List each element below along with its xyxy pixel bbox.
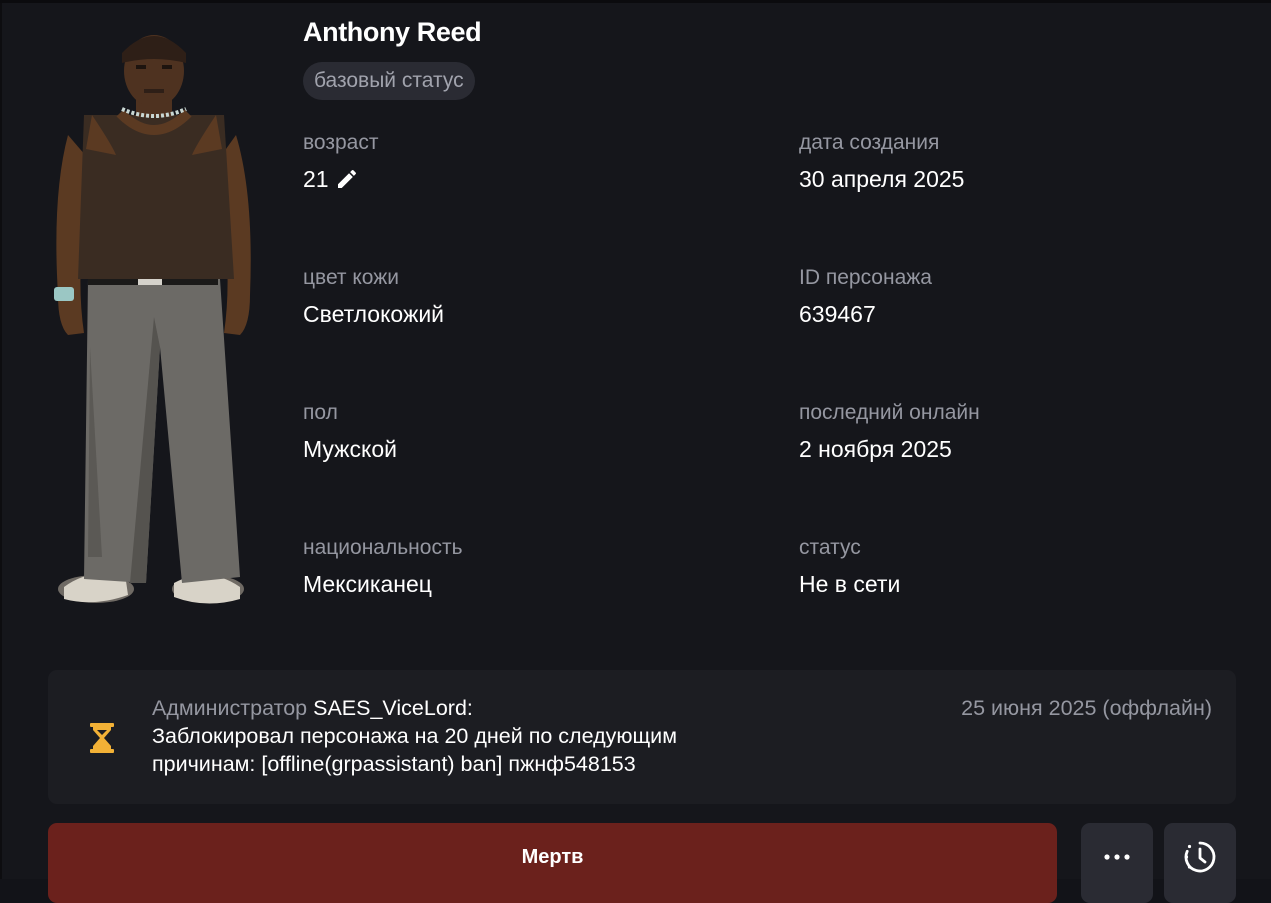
field-skin-value: Светлокожий (303, 301, 445, 327)
ban-notice-header: Администратор SAES_ViceLord: (152, 694, 812, 722)
history-clock-icon (1184, 841, 1216, 873)
field-age-value: 21 (303, 166, 329, 192)
field-status-value: Не в сети (799, 571, 901, 597)
history-button[interactable] (1164, 823, 1236, 903)
field-created: дата создания 30 апреля 2025 (799, 130, 964, 194)
character-name: Anthony Reed (303, 17, 482, 47)
ban-notice-line1: Заблокировал персонажа на 20 дней по сле… (152, 724, 677, 748)
field-last-online-value: 2 ноября 2025 (799, 436, 952, 462)
status-button[interactable]: Мертв (48, 823, 1057, 903)
ban-notice-admin: SAES_ViceLord: (313, 696, 473, 720)
field-nationality-label: национальность (303, 536, 463, 559)
field-character-id-value: 639467 (799, 301, 876, 327)
more-button[interactable] (1081, 823, 1153, 903)
field-character-id: ID персонажа 639467 (799, 265, 932, 329)
field-last-online-label: последний онлайн (799, 401, 980, 424)
field-gender-value: Мужской (303, 436, 398, 462)
field-gender-label: пол (303, 401, 338, 424)
field-nationality: национальность Мексиканец (303, 535, 463, 599)
field-status-label: статус (799, 536, 861, 559)
field-gender: пол Мужской (303, 400, 397, 464)
field-status: статус Не в сети (799, 535, 900, 599)
ban-notice-date: 25 июня 2025 (оффлайн) (961, 696, 1212, 720)
ban-notice-role: Администратор (152, 696, 308, 720)
status-badge: базовый статус (303, 62, 475, 100)
field-character-id-label: ID персонажа (799, 266, 932, 289)
ban-notice-text: Администратор SAES_ViceLord: Заблокирова… (152, 694, 812, 778)
field-created-label: дата создания (799, 131, 940, 154)
character-avatar (54, 35, 251, 604)
field-skin-label: цвет кожи (303, 266, 400, 289)
ban-notice: Администратор SAES_ViceLord: Заблокирова… (48, 670, 1236, 804)
field-age-value-row: 21 (303, 164, 378, 194)
field-skin: цвет кожи Светлокожий (303, 265, 444, 329)
field-age: возраст 21 (303, 130, 378, 194)
hourglass-icon (90, 723, 114, 753)
field-nationality-value: Мексиканец (303, 571, 432, 597)
field-age-label: возраст (303, 131, 379, 154)
ban-notice-line2: причинам: [offline(grpassistant) ban] пж… (152, 752, 636, 776)
pencil-icon[interactable] (335, 167, 359, 191)
field-created-value: 30 апреля 2025 (799, 166, 965, 192)
more-dots-icon (1104, 854, 1130, 860)
character-card: Anthony Reed базовый статус возраст 21 ц… (0, 3, 1271, 903)
field-last-online: последний онлайн 2 ноября 2025 (799, 400, 980, 464)
